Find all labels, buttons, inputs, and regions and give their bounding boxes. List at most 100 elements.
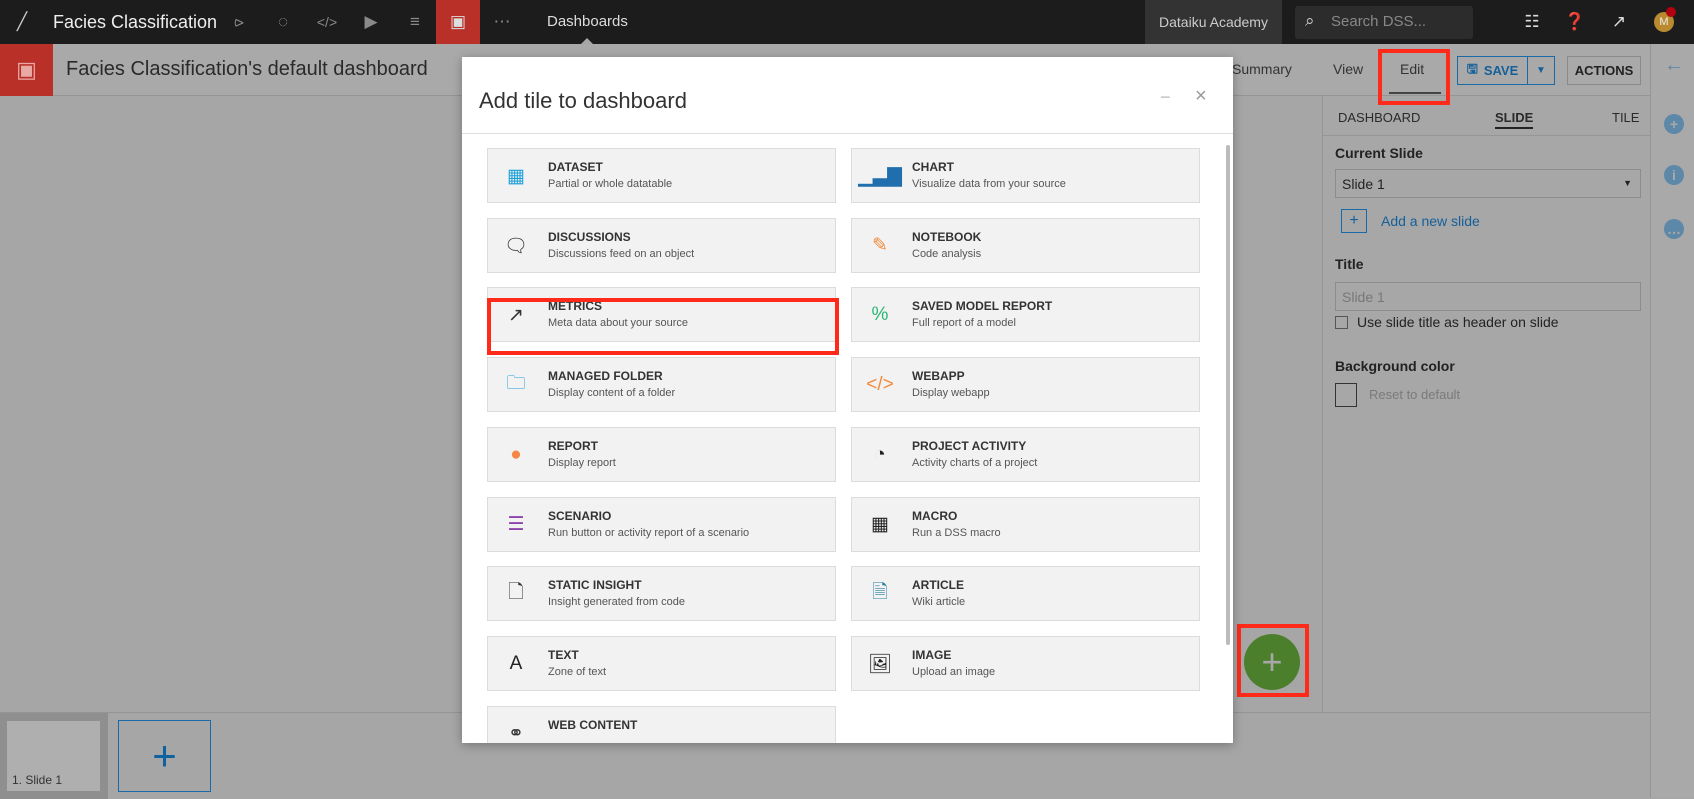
edit-tab-underline (1389, 92, 1441, 94)
list-icon: ☰ (507, 514, 525, 535)
text-icon: A (509, 652, 523, 674)
more-icon[interactable]: ⋯ (480, 0, 524, 44)
tile-option-dataset[interactable]: ▦ DATASET Partial or whole datatable (487, 148, 836, 203)
minimize-icon[interactable]: − (1160, 87, 1171, 108)
deploy-icon[interactable]: ≡ (393, 0, 437, 44)
panel-tab-slide[interactable]: SLIDE (1495, 110, 1534, 129)
chevron-down-icon: ▼ (1623, 178, 1632, 188)
save-button[interactable]: 🖫 SAVE ▼ (1457, 56, 1555, 85)
tile-option-web-content[interactable]: ⚭ WEB CONTENT (487, 705, 836, 743)
tile-option-image[interactable]: 🖼 IMAGE Upload an image (851, 635, 1200, 691)
properties-panel: DASHBOARD SLIDE TILE Current Slide Slide… (1322, 96, 1650, 712)
tile-option-discussions[interactable]: 🗨 DISCUSSIONS Discussions feed on an objec… (487, 217, 836, 273)
tile-name: STATIC INSIGHT (548, 578, 642, 593)
tile-option-article[interactable]: 🗎 ARTICLE Wiki article (851, 566, 1200, 622)
comments-icon: 🗨 (503, 235, 529, 257)
tile-option-scenario[interactable]: ☰ SCENARIO Run button or activity report o… (487, 496, 836, 552)
bg-color-swatch[interactable] (1335, 383, 1357, 407)
plus-circle-icon[interactable]: + (1664, 114, 1684, 134)
actions-button[interactable]: ACTIONS (1567, 56, 1641, 85)
tile-option-report[interactable]: ● REPORT Display report (487, 426, 836, 482)
close-icon[interactable]: × (1195, 85, 1207, 108)
slide-thumbnail[interactable]: 1. Slide 1 (0, 713, 108, 799)
chat-icon[interactable]: … (1664, 219, 1684, 239)
dashboards-icon[interactable]: ▣ (436, 0, 480, 44)
tile-name: DISCUSSIONS (548, 229, 631, 244)
tile-description: Partial or whole datatable (548, 178, 673, 190)
notebook-edit-icon: ✎ (872, 235, 888, 257)
tile-option-project-activity[interactable]: ◔ PROJECT ACTIVITY Activity charts of a pr… (851, 426, 1200, 482)
help-icon[interactable]: ❓ (1553, 0, 1597, 44)
tile-name: REPORT (548, 438, 599, 453)
use-title-checkbox-row[interactable]: Use slide title as header on slide (1335, 314, 1559, 330)
code-icon: </> (866, 374, 894, 396)
bg-color-label: Background color (1335, 358, 1455, 374)
current-slide-label: Current Slide (1335, 145, 1423, 161)
dashboards-link[interactable]: Dashboards (547, 13, 628, 30)
tile-option-notebook[interactable]: ✎ NOTEBOOK Code analysis (851, 217, 1200, 273)
dataiku-logo-icon[interactable]: ╱ (0, 0, 44, 44)
tile-name: METRICS (548, 299, 602, 314)
use-title-label: Use slide title as header on slide (1357, 314, 1559, 330)
tile-option-metrics[interactable]: ↗ METRICS Meta data about your source (487, 287, 836, 343)
activity-trend-icon[interactable]: ↗ (1597, 0, 1641, 44)
tile-name: ARTICLE (912, 578, 964, 593)
current-slide-select[interactable]: Slide 1 ▼ (1335, 169, 1641, 198)
tile-description: Full report of a model (912, 317, 1016, 330)
play-icon[interactable]: ▶ (349, 0, 393, 44)
tab-edit[interactable]: Edit (1400, 61, 1424, 77)
tile-description: Wiki article (912, 596, 966, 609)
panel-tab-dashboard[interactable]: DASHBOARD (1338, 110, 1420, 125)
dashboard-gauge-icon: ◔ (874, 443, 886, 465)
top-navbar: ╱ Facies Classification ⪧ ◌ </> ▶ ≡ ▣ ⋯ … (0, 0, 1694, 44)
grid-icon: ▦ (871, 514, 889, 535)
tile-name: WEB CONTENT (548, 717, 638, 732)
tile-option-macro[interactable]: ▦ MACRO Run a DSS macro (851, 496, 1200, 552)
add-slide-thumb-button[interactable]: + (118, 720, 211, 792)
recipes-icon[interactable]: ◌ (261, 0, 305, 44)
tile-description: Discussions feed on an object (548, 247, 695, 260)
tile-option-saved-model-report[interactable]: % SAVED MODEL REPORT Full report of a mode… (851, 287, 1200, 343)
apps-grid-icon[interactable]: ☷ (1510, 0, 1554, 44)
tile-name: MANAGED FOLDER (548, 369, 663, 384)
tile-description: Meta data about your source (548, 317, 689, 330)
info-icon[interactable]: i (1664, 165, 1684, 185)
tile-description: Upload an image (912, 665, 996, 678)
arrow-left-icon[interactable]: ← (1664, 54, 1684, 77)
add-slide-button[interactable]: + Add a new slide (1341, 209, 1480, 233)
tile-option-static-insight[interactable]: 🗋 STATIC INSIGHT Insight generated from co… (487, 566, 836, 622)
code-icon[interactable]: </> (305, 0, 349, 44)
tab-summary[interactable]: Summary (1232, 61, 1292, 77)
tab-view[interactable]: View (1333, 61, 1363, 77)
tile-option-text[interactable]: A TEXT Zone of text (487, 635, 836, 691)
tile-name: CHART (912, 160, 954, 174)
tile-description: Zone of text (548, 665, 607, 678)
panel-tab-tile[interactable]: TILE (1612, 110, 1639, 125)
project-name[interactable]: Facies Classification (53, 12, 217, 33)
tile-option-managed-folder[interactable]: 🗀 MANAGED FOLDER Display content of a fold… (487, 357, 836, 413)
tile-description: Display report (548, 456, 616, 469)
save-dropdown-caret-icon[interactable]: ▼ (1528, 57, 1554, 84)
search-input[interactable]: ⌕ Search DSS... (1295, 6, 1473, 39)
slide-title-input[interactable]: Slide 1 (1335, 282, 1641, 311)
tile-description: Display webapp (912, 387, 990, 400)
use-title-checkbox[interactable] (1335, 315, 1348, 329)
tile-option-webapp[interactable]: </> WEBAPP Display webapp (851, 357, 1200, 413)
table-icon: ▦ (507, 165, 525, 187)
tile-name: DATASET (548, 160, 603, 174)
academy-link[interactable]: Dataiku Academy (1145, 0, 1282, 44)
tile-description: Activity charts of a project (912, 456, 1038, 469)
file-icon: 🗋 (508, 582, 524, 604)
tile-description: Visualize data from your source (912, 178, 1066, 190)
search-icon: ⌕ (1305, 11, 1315, 30)
reset-bg-button[interactable]: Reset to default (1369, 387, 1460, 402)
add-tile-modal: Add tile to dashboard − × ▦ DATASET Partia… (462, 57, 1233, 743)
notification-dot (1666, 7, 1676, 17)
flow-icon[interactable]: ⪧ (217, 0, 261, 44)
modal-title: Add tile to dashboard (479, 88, 687, 113)
tile-name: SCENARIO (548, 508, 612, 523)
current-slide-value: Slide 1 (1342, 176, 1385, 192)
add-tile-fab[interactable]: + (1244, 634, 1300, 690)
scrollbar[interactable] (1226, 145, 1230, 645)
tile-option-chart[interactable]: ▁▃▇ CHART Visualize data from your source (851, 148, 1200, 203)
